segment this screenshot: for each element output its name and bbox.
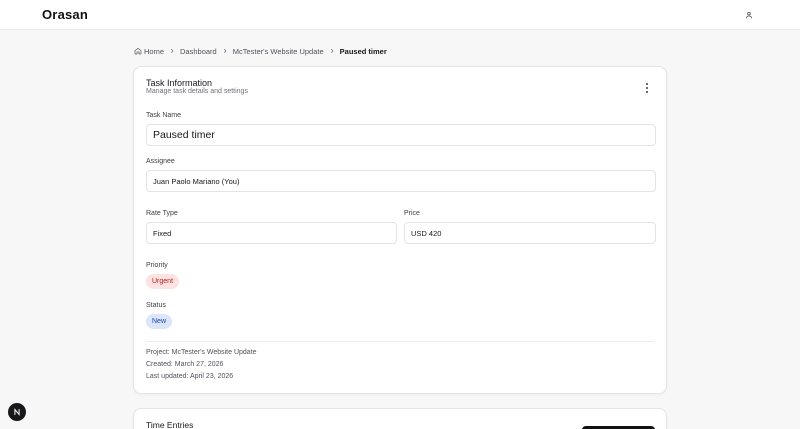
breadcrumb-home-label: Home (144, 46, 165, 56)
divider (146, 341, 654, 342)
chevron-right-icon (329, 48, 335, 54)
breadcrumb-home[interactable]: Home (134, 47, 164, 56)
chevron-right-icon (169, 48, 175, 54)
price-field[interactable]: USD 420 (404, 222, 656, 244)
task-name-label: Task Name (146, 112, 182, 119)
card-title: Task Information (146, 78, 213, 88)
assignee-field[interactable]: Juan Paolo Mariano (You) (146, 170, 656, 192)
meta-project: Project: McTester's Website Update (146, 349, 257, 356)
task-information-card: Task Information Manage task details and… (133, 66, 667, 394)
breadcrumb-dashboard[interactable]: Dashboard (180, 47, 217, 56)
user-icon (745, 11, 753, 19)
breadcrumb-project[interactable]: McTester's Website Update (233, 47, 324, 56)
top-bar: Orasan (0, 0, 800, 30)
time-entries-title: Time Entries (146, 420, 194, 429)
user-menu-button[interactable] (742, 8, 756, 22)
time-entries-card: Time Entries (133, 408, 667, 429)
status-badge[interactable]: New (146, 314, 173, 329)
rate-type-field[interactable]: Fixed (146, 222, 397, 244)
meta-updated: Last updated: April 23, 2026 (146, 373, 234, 380)
priority-label: Priority (146, 262, 168, 269)
chevron-right-icon (222, 48, 228, 54)
next-logo-icon[interactable] (8, 403, 26, 421)
breadcrumb-current: Paused timer (339, 46, 387, 56)
app-logo[interactable]: Orasan (42, 7, 88, 22)
more-vertical-icon[interactable] (642, 82, 652, 94)
rate-type-label: Rate Type (146, 210, 178, 217)
status-label: Status (146, 302, 166, 309)
card-subtitle: Manage task details and settings (146, 88, 248, 95)
meta-created: Created: March 27, 2026 (146, 361, 224, 368)
home-icon (134, 48, 142, 55)
breadcrumb: Home Dashboard McTester's Website Update… (134, 45, 387, 57)
assignee-label: Assignee (146, 158, 175, 165)
task-name-input[interactable]: Paused timer (146, 124, 656, 146)
price-label: Price (404, 210, 420, 217)
priority-badge[interactable]: Urgent (146, 274, 180, 289)
